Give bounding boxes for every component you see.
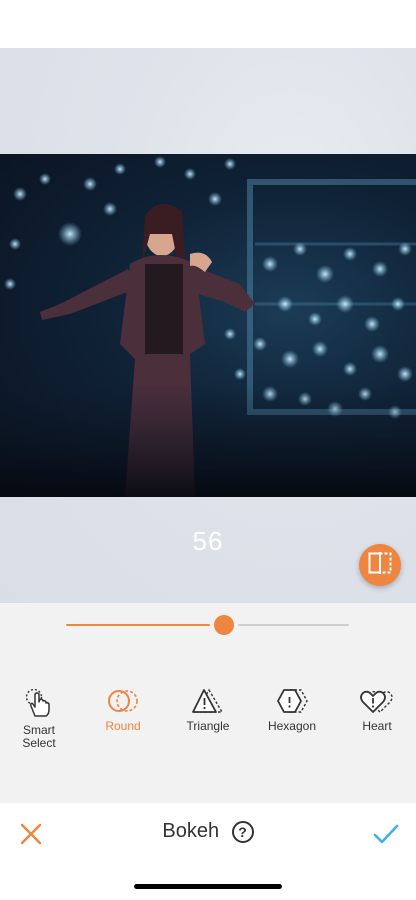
hexagon-icon	[252, 688, 332, 714]
tool-label: Hexagon	[267, 719, 317, 733]
triangle-icon	[168, 688, 248, 714]
home-indicator	[134, 884, 282, 889]
tool-label: Smart Select	[22, 723, 56, 750]
tool-label: Triangle	[186, 719, 230, 733]
tool-label: Heart	[362, 719, 392, 733]
compare-button[interactable]	[359, 544, 401, 586]
confirm-button[interactable]	[372, 821, 400, 847]
help-icon[interactable]: ?	[231, 820, 254, 843]
tool-round[interactable]: Round	[83, 688, 163, 733]
slider-track[interactable]	[238, 624, 349, 626]
slider-knob[interactable]	[214, 615, 234, 635]
screen-title: Bokeh	[162, 820, 220, 842]
bokeh-shape-toolbar: Smart Select Round Triangle Hexagon Hear…	[0, 688, 416, 758]
tool-triangle[interactable]: Triangle	[168, 688, 248, 733]
slider-fill	[66, 624, 210, 626]
image-canvas: 56	[0, 48, 416, 603]
tool-smart-select[interactable]: Smart Select	[0, 688, 79, 750]
round-circles-icon	[83, 688, 163, 714]
checkmark-icon	[372, 824, 400, 851]
controls-panel: Smart Select Round Triangle Hexagon Hear…	[0, 603, 416, 803]
smart-select-hand-icon	[0, 688, 79, 718]
tool-hexagon[interactable]: Hexagon	[252, 688, 332, 733]
tool-label: Round	[105, 719, 141, 733]
status-bar	[0, 0, 416, 48]
tool-heart[interactable]: Heart	[337, 688, 416, 733]
bottom-action-bar: Bokeh ?	[0, 803, 416, 900]
photo-image	[0, 156, 416, 497]
title-area: Bokeh ?	[0, 820, 416, 843]
bokeh-value: 56	[192, 526, 224, 556]
compare-split-icon	[368, 551, 392, 579]
photo-preview[interactable]	[0, 154, 416, 497]
heart-icon	[337, 688, 416, 714]
intensity-slider[interactable]	[66, 615, 349, 635]
